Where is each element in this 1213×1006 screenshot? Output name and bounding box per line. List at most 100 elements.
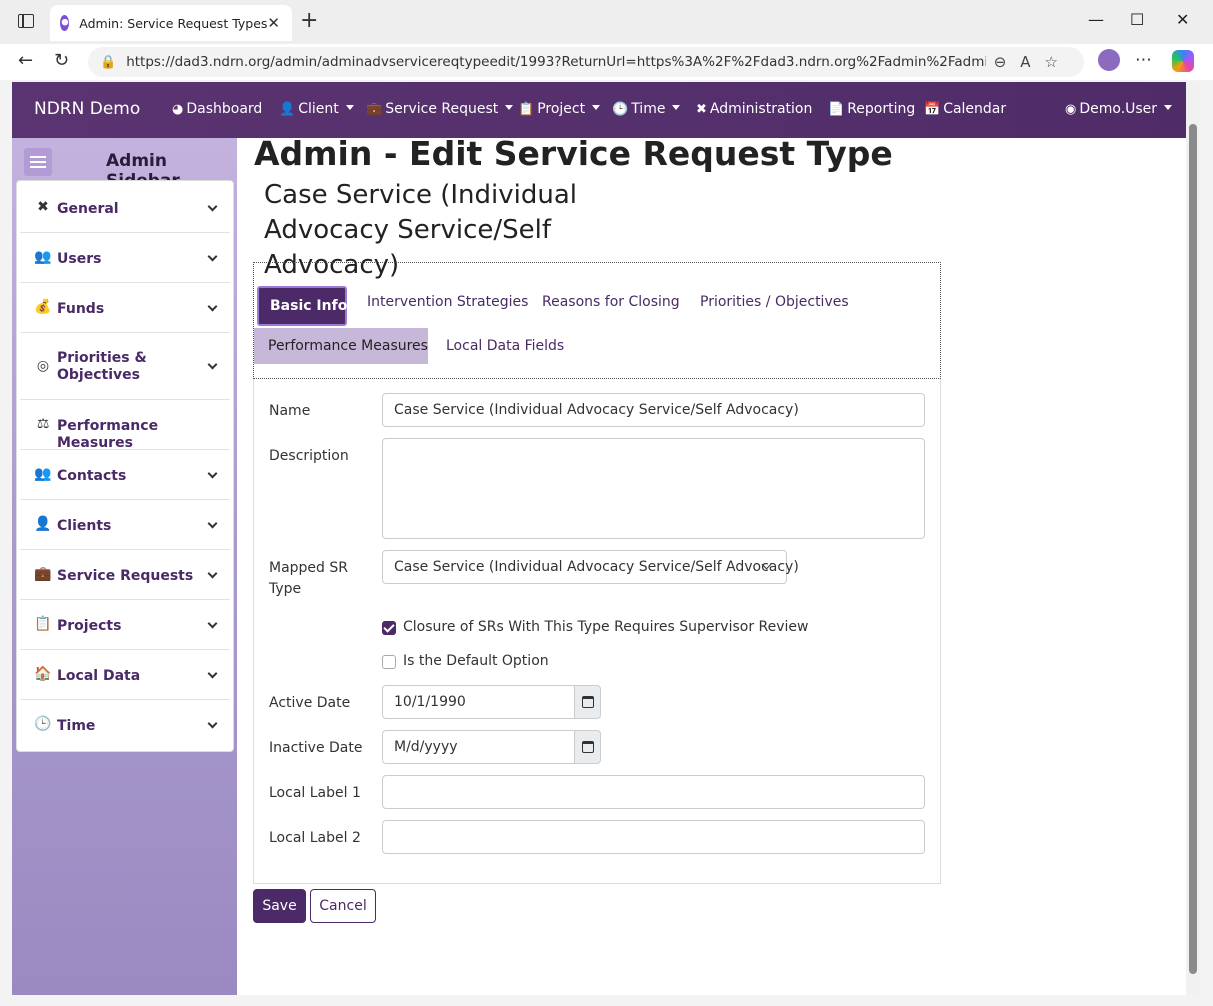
active-date-picker-button[interactable] [574, 685, 601, 719]
sidebar-item-performance-measures[interactable]: ⚖ Performance Measures [20, 400, 230, 451]
mapped-sr-type-select[interactable]: Case Service (Individual Advocacy Servic… [382, 550, 799, 584]
copilot-icon[interactable] [1172, 50, 1194, 72]
description-field[interactable] [382, 438, 925, 539]
file-icon: 📄 [828, 102, 845, 117]
active-date-group: 10/1/1990 [382, 685, 601, 719]
supervisor-review-checkbox[interactable] [382, 621, 396, 635]
local-label-1-field[interactable] [382, 775, 925, 809]
brand-link[interactable]: NDRN Demo [34, 99, 140, 119]
site-favicon-icon [60, 15, 70, 31]
chevron-down-icon [207, 568, 218, 579]
balance-scale-icon: ⚖ [36, 416, 50, 432]
sidebar-item-projects[interactable]: 📋 Projects [20, 600, 230, 650]
dashboard-icon: ◕ [172, 102, 184, 117]
sidebar-item-general[interactable]: ✖ General [20, 183, 230, 233]
tools-icon: ✖ [37, 199, 49, 215]
inactive-date-label: Inactive Date [269, 740, 363, 756]
new-tab-icon[interactable]: + [300, 10, 318, 32]
chevron-down-icon [207, 618, 218, 629]
nav-user-menu[interactable]: ◉ Demo.User [1065, 101, 1172, 117]
inactive-date-group: M/d/yyyy [382, 730, 601, 764]
sidebar-item-service-requests[interactable]: 💼 Service Requests [20, 550, 230, 600]
sidebar-item-local-data[interactable]: 🏠 Local Data [20, 650, 230, 700]
calendar-icon: 📅 [924, 102, 941, 117]
calendar-icon [582, 741, 594, 753]
page-viewport: NDRN Demo ◕ Dashboard 👤 Client 💼 Service Re… [12, 82, 1186, 995]
sidebar-toggle-icon[interactable] [24, 148, 52, 176]
more-options-icon[interactable]: ⋯ [1135, 50, 1152, 70]
clipboard-icon: 📋 [518, 102, 535, 117]
tab-performance-measures[interactable]: Performance Measures [254, 328, 428, 364]
page-scrollbar[interactable] [1186, 82, 1200, 995]
tab-local-data-fields[interactable]: Local Data Fields [446, 338, 564, 354]
address-actions[interactable]: ⊖A☆ [994, 53, 1072, 71]
tab-basic-info[interactable]: Basic Info [257, 286, 347, 326]
briefcase-icon: 💼 [34, 566, 52, 582]
local-label-1-label: Local Label 1 [269, 785, 361, 801]
users-icon: 👥 [34, 249, 52, 265]
sidebar-item-contacts[interactable]: 👥 Contacts [20, 450, 230, 500]
nav-project[interactable]: 📋 Project [518, 101, 600, 117]
sidebar-item-users[interactable]: 👥 Users [20, 233, 230, 283]
user-icon: 👤 [34, 516, 52, 532]
nav-dashboard[interactable]: ◕ Dashboard [172, 101, 262, 117]
local-label-2-field[interactable] [382, 820, 925, 854]
nav-reporting[interactable]: 📄 Reporting [828, 101, 915, 117]
mapped-sr-type-label: Mapped SR Type [269, 560, 348, 597]
back-icon[interactable]: ← [18, 50, 33, 71]
cancel-button[interactable]: Cancel [310, 889, 376, 923]
clock-icon: 🕒 [34, 716, 52, 732]
mapped-sr-type-value: Case Service (Individual Advocacy Servic… [394, 559, 799, 575]
local-label-2-label: Local Label 2 [269, 830, 361, 846]
chevron-down-icon [207, 251, 218, 262]
tab-priorities-objectives[interactable]: Priorities / Objectives [700, 294, 849, 310]
default-option-checkbox[interactable] [382, 655, 396, 669]
name-field[interactable]: Case Service (Individual Advocacy Servic… [382, 393, 925, 427]
chevron-down-icon [207, 518, 218, 529]
maximize-icon[interactable]: ☐ [1130, 10, 1144, 29]
nav-calendar[interactable]: 📅 Calendar [924, 101, 1006, 117]
close-window-icon[interactable]: ✕ [1176, 10, 1189, 29]
browser-tab[interactable]: Admin: Service Request Types ✕ [50, 5, 292, 41]
browser-profile-avatar[interactable] [1098, 49, 1120, 71]
chevron-down-icon [207, 301, 218, 312]
url-text[interactable]: https://dad3.ndrn.org/admin/adminadvserv… [126, 54, 986, 70]
sidebar-item-priorities[interactable]: ◎ Priorities & Objectives [20, 333, 230, 400]
active-date-field[interactable]: 10/1/1990 [382, 685, 575, 719]
top-navbar: NDRN Demo ◕ Dashboard 👤 Client 💼 Service Re… [12, 82, 1186, 138]
tab-intervention-strategies[interactable]: Intervention Strategies [367, 294, 528, 310]
sidebar-item-clients[interactable]: 👤 Clients [20, 500, 230, 550]
nav-service-request[interactable]: 💼 Service Request [366, 101, 513, 117]
site-info-icon[interactable]: 🔒 [100, 55, 116, 70]
briefcase-icon: 💼 [366, 102, 383, 117]
scrollbar-thumb[interactable] [1189, 124, 1197, 974]
nav-time[interactable]: 🕒 Time [612, 101, 680, 117]
minimize-icon[interactable]: — [1088, 10, 1104, 29]
user-circle-icon: ◉ [1065, 102, 1077, 117]
inactive-date-picker-button[interactable] [574, 730, 601, 764]
chevron-down-icon [207, 668, 218, 679]
save-button[interactable]: Save [253, 889, 306, 923]
sidebar-item-time[interactable]: 🕒 Time [20, 700, 230, 750]
refresh-icon[interactable]: ↻ [54, 50, 69, 71]
active-date-label: Active Date [269, 695, 351, 711]
browser-tab-title: Admin: Service Request Types [79, 15, 268, 31]
sidebar-item-funds[interactable]: 💰 Funds [20, 283, 230, 333]
window-menu-icon[interactable] [18, 14, 34, 28]
chevron-down-icon [207, 201, 218, 212]
chevron-down-icon [207, 718, 218, 729]
default-option-label: Is the Default Option [403, 653, 549, 669]
target-icon: ◎ [36, 358, 50, 374]
name-label: Name [269, 403, 311, 419]
close-tab-icon[interactable]: ✕ [267, 14, 280, 32]
address-bar[interactable]: 🔒 https://dad3.ndrn.org/admin/adminadvse… [88, 47, 1084, 77]
house-icon: 🏠 [34, 666, 52, 682]
nav-administration[interactable]: ✖ Administration [696, 101, 812, 117]
tab-reasons-for-closing[interactable]: Reasons for Closing [542, 294, 680, 310]
inactive-date-field[interactable]: M/d/yyyy [382, 730, 575, 764]
chevron-down-icon [207, 359, 218, 370]
nav-client[interactable]: 👤 Client [279, 101, 354, 117]
address-bar-row: ← ↻ 🔒 https://dad3.ndrn.org/admin/admina… [0, 44, 1213, 80]
basic-info-form: Name Case Service (Individual Advocacy S… [253, 379, 941, 884]
calendar-icon [582, 696, 594, 708]
